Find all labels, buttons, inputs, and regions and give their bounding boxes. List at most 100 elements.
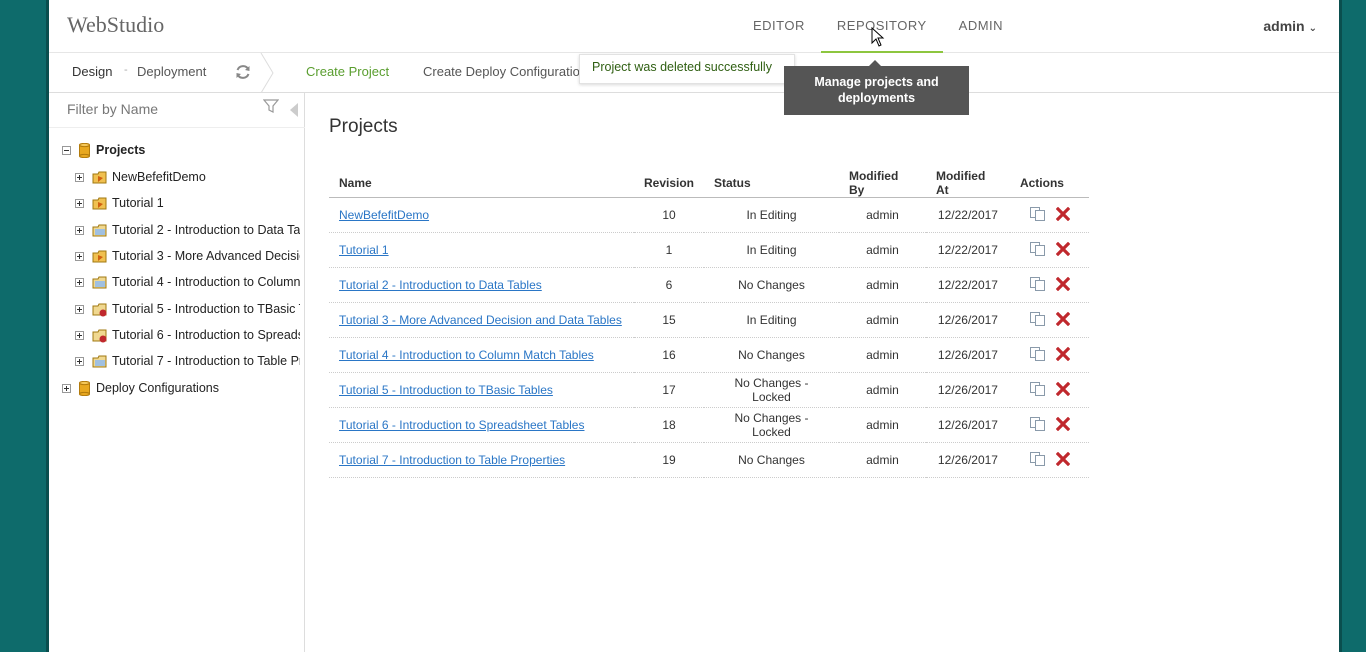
- cell-modified-by: admin: [838, 302, 926, 338]
- delete-icon[interactable]: [1055, 276, 1070, 291]
- cell-status: No Changes - Locked: [704, 407, 839, 443]
- collapse-icon[interactable]: [62, 145, 71, 155]
- tree-item-project[interactable]: NewBefefitDemo: [75, 168, 300, 186]
- table-row: Tutorial 4 - Introduction to Column Matc…: [329, 337, 1089, 373]
- copy-icon[interactable]: [1029, 276, 1046, 292]
- deployment-link[interactable]: Deployment: [137, 64, 206, 79]
- row-actions: [1029, 206, 1070, 222]
- tree-label: Tutorial 6 - Introduction to Spreadsheet…: [112, 328, 300, 342]
- project-link[interactable]: NewBefefitDemo: [339, 208, 429, 222]
- delete-icon[interactable]: [1055, 311, 1070, 326]
- copy-icon[interactable]: [1029, 311, 1046, 327]
- tree-root-projects[interactable]: Projects: [62, 141, 145, 159]
- cell-name: NewBefefitDemo: [329, 197, 634, 233]
- table-header-row: Name Revision Status Modified By Modifie…: [329, 169, 1089, 198]
- project-link[interactable]: Tutorial 5 - Introduction to TBasic Tabl…: [339, 383, 553, 397]
- copy-icon[interactable]: [1029, 451, 1046, 467]
- row-actions: [1029, 381, 1070, 397]
- cell-revision: 17: [633, 372, 704, 408]
- row-actions: [1029, 346, 1070, 362]
- design-link[interactable]: Design: [72, 64, 112, 79]
- copy-icon[interactable]: [1029, 381, 1046, 397]
- delete-icon[interactable]: [1055, 241, 1070, 256]
- column-header-status: Status: [704, 169, 839, 198]
- cell-modified-at: 12/26/2017: [925, 372, 1010, 408]
- cell-actions: [1009, 442, 1089, 478]
- filter-icon[interactable]: [263, 98, 279, 114]
- expand-icon[interactable]: [75, 304, 84, 314]
- copy-icon[interactable]: [1029, 346, 1046, 362]
- cell-actions: [1009, 407, 1089, 443]
- expand-icon[interactable]: [75, 251, 84, 261]
- table-row: Tutorial 2 - Introduction to Data Tables…: [329, 267, 1089, 303]
- table-row: Tutorial 7 - Introduction to Table Prope…: [329, 442, 1089, 478]
- cell-revision: 1: [633, 232, 704, 268]
- delete-icon[interactable]: [1055, 346, 1070, 361]
- cell-revision: 10: [633, 197, 704, 233]
- cell-status: No Changes: [704, 442, 839, 478]
- column-header-modified-at: Modified At: [925, 169, 1010, 198]
- collapse-sidebar-icon[interactable]: [290, 103, 298, 117]
- app-logo[interactable]: WebStudio: [67, 12, 164, 38]
- row-actions: [1029, 311, 1070, 327]
- cell-actions: [1009, 267, 1089, 303]
- delete-icon[interactable]: [1055, 206, 1070, 221]
- project-link[interactable]: Tutorial 1: [339, 243, 389, 257]
- notification-toast: Project was deleted successfully: [579, 54, 795, 84]
- create-deploy-config-button[interactable]: Create Deploy Configuration: [423, 64, 583, 79]
- expand-icon[interactable]: [75, 330, 84, 340]
- expand-icon[interactable]: [75, 225, 84, 235]
- expand-icon[interactable]: [75, 198, 84, 208]
- expand-icon[interactable]: [75, 277, 84, 287]
- tree-item-project[interactable]: Tutorial 4 - Introduction to Column Matc…: [75, 273, 300, 291]
- expand-icon[interactable]: [75, 356, 84, 366]
- project-link[interactable]: Tutorial 6 - Introduction to Spreadsheet…: [339, 418, 584, 432]
- delete-icon[interactable]: [1055, 381, 1070, 396]
- cell-name: Tutorial 1: [329, 232, 634, 268]
- nav-editor[interactable]: EDITOR: [737, 0, 821, 53]
- tree-item-project[interactable]: Tutorial 6 - Introduction to Spreadsheet…: [75, 326, 300, 344]
- top-header: WebStudio EDITOR REPOSITORY ADMIN admin ⌄: [49, 0, 1339, 53]
- filter-input[interactable]: [67, 97, 247, 121]
- project-link[interactable]: Tutorial 3 - More Advanced Decision and …: [339, 313, 622, 327]
- cell-actions: [1009, 337, 1089, 373]
- copy-icon[interactable]: [1029, 416, 1046, 432]
- copy-icon[interactable]: [1029, 241, 1046, 257]
- table-row: NewBefefitDemo 10 In Editing admin 12/22/201…: [329, 197, 1089, 233]
- cell-revision: 16: [633, 337, 704, 373]
- expand-icon[interactable]: [62, 383, 71, 393]
- toolbar-divider-arrow: [260, 53, 274, 93]
- delete-icon[interactable]: [1055, 416, 1070, 431]
- row-actions: [1029, 451, 1070, 467]
- tree-item-project[interactable]: Tutorial 2 - Introduction to Data Tables: [75, 221, 300, 239]
- column-header-revision: Revision: [633, 169, 704, 198]
- copy-icon[interactable]: [1029, 206, 1046, 222]
- table-row: Tutorial 5 - Introduction to TBasic Tabl…: [329, 372, 1089, 408]
- table-row: Tutorial 1 1 In Editing admin 12/22/2017: [329, 232, 1089, 268]
- cell-revision: 18: [633, 407, 704, 443]
- chevron-down-icon: ⌄: [1308, 23, 1317, 34]
- expand-icon[interactable]: [75, 172, 84, 182]
- cell-revision: 6: [633, 267, 704, 303]
- project-link[interactable]: Tutorial 2 - Introduction to Data Tables: [339, 278, 542, 292]
- cell-modified-at: 12/26/2017: [925, 442, 1010, 478]
- nav-admin[interactable]: ADMIN: [943, 0, 1019, 53]
- tree-label: Projects: [96, 143, 146, 157]
- projects-table: Name Revision Status Modified By Modifie…: [329, 169, 1089, 478]
- cell-modified-at: 12/22/2017: [925, 197, 1010, 233]
- tree-item-project[interactable]: Tutorial 3 - More Advanced Decision and …: [75, 247, 300, 265]
- create-project-button[interactable]: Create Project: [306, 64, 389, 79]
- table-row: Tutorial 3 - More Advanced Decision and …: [329, 302, 1089, 338]
- project-link[interactable]: Tutorial 4 - Introduction to Column Matc…: [339, 348, 594, 362]
- tree-root-deploy-configurations[interactable]: Deploy Configurations: [62, 379, 219, 397]
- tree-item-project[interactable]: Tutorial 7 - Introduction to Table Prope…: [75, 352, 300, 370]
- tree-item-project[interactable]: Tutorial 5 - Introduction to TBasic Tabl…: [75, 300, 300, 318]
- tree-item-project[interactable]: Tutorial 1: [75, 194, 300, 212]
- cell-status: No Changes: [704, 267, 839, 303]
- row-actions: [1029, 276, 1070, 292]
- table-row: Tutorial 6 - Introduction to Spreadsheet…: [329, 407, 1089, 443]
- project-link[interactable]: Tutorial 7 - Introduction to Table Prope…: [339, 453, 565, 467]
- delete-icon[interactable]: [1055, 451, 1070, 466]
- user-menu[interactable]: admin ⌄: [1263, 18, 1317, 34]
- refresh-icon[interactable]: [233, 62, 253, 82]
